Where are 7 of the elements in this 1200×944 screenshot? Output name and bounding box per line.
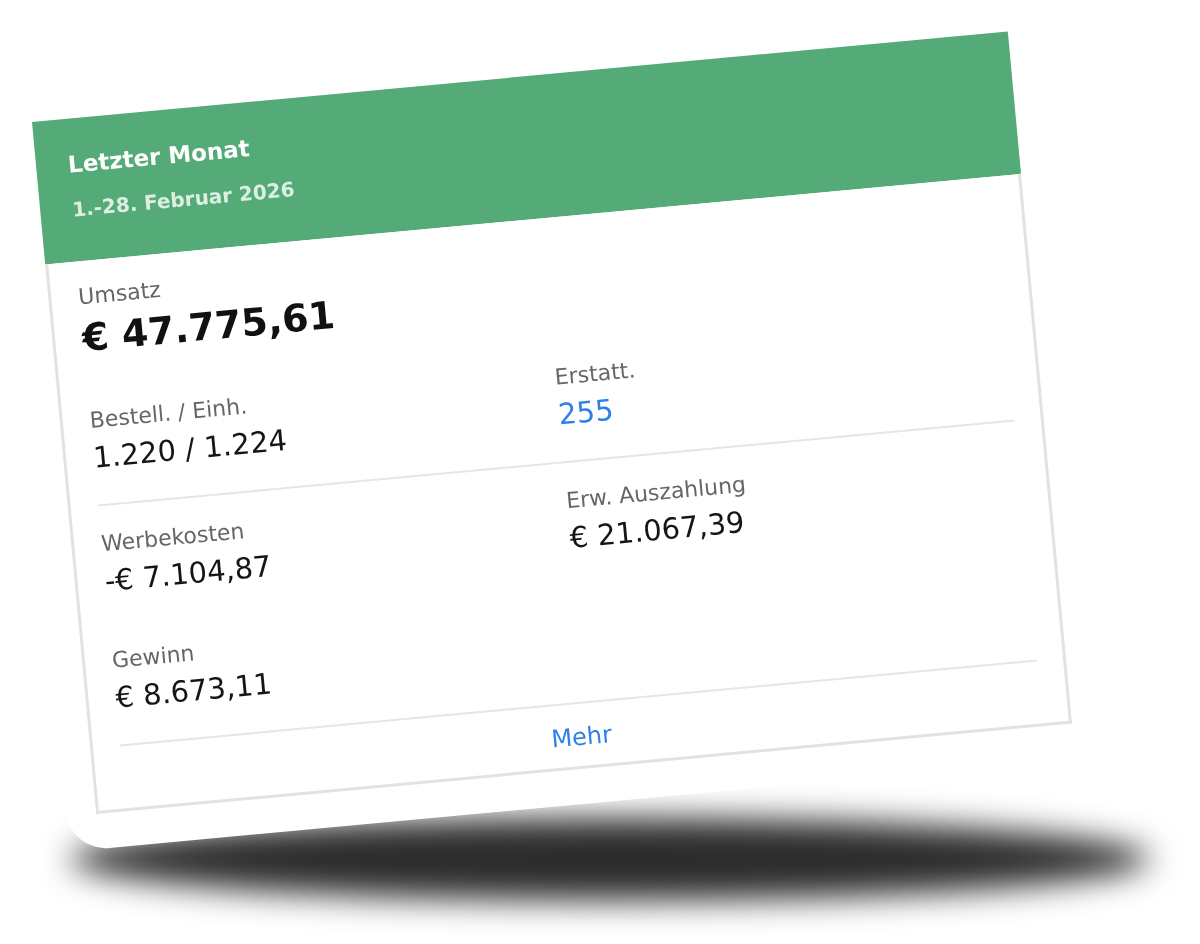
more-link[interactable]: Mehr xyxy=(550,720,614,754)
card-title: Letzter Monat xyxy=(66,134,251,179)
stat-label: Werbekosten xyxy=(100,519,246,557)
stat-label: Bestell. / Einh. xyxy=(88,394,249,433)
stat-value-link[interactable]: 255 xyxy=(556,391,616,433)
date-range: 1.-28. Februar 2026 xyxy=(71,177,296,222)
stat-label: Erstatt. xyxy=(553,358,637,390)
